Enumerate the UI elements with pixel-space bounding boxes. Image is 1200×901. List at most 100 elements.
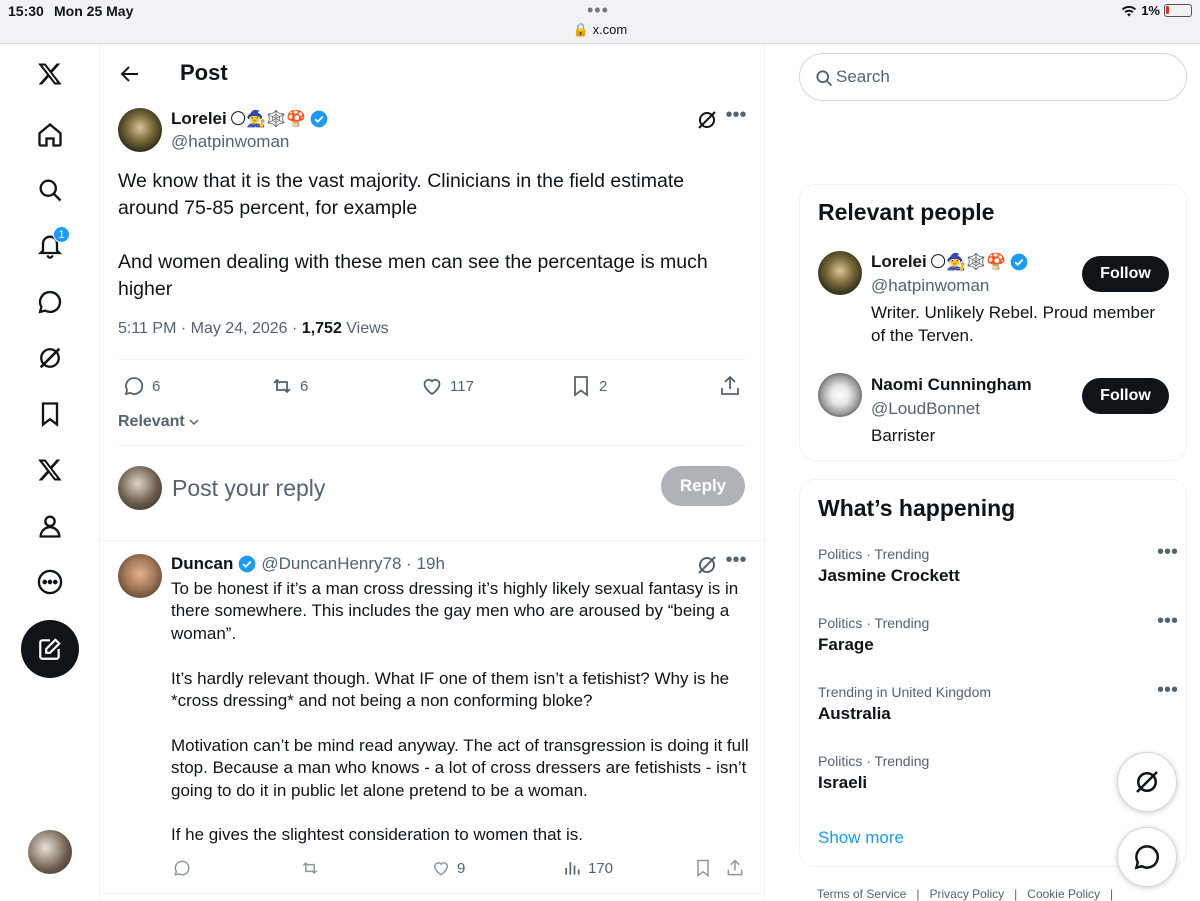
trend-more-icon[interactable]: ••• [1157, 542, 1178, 562]
bookmark-icon [697, 859, 709, 877]
reply-share-action[interactable] [725, 858, 745, 878]
verified-badge-icon [310, 110, 328, 128]
reply-input[interactable] [172, 470, 642, 506]
grok-explain-icon[interactable] [695, 108, 719, 132]
post-author-emojis: 🌕🧙‍♀️🕸️🍄 [229, 111, 307, 128]
follow-button[interactable]: Follow [1082, 256, 1169, 292]
footer-link-cookies[interactable]: Cookie Policy [1027, 887, 1100, 901]
reply-repost-action[interactable] [300, 858, 320, 878]
trend-item[interactable]: Politics · Trending Farage ••• [818, 611, 1178, 655]
notifications-bell-icon[interactable]: 1 [26, 222, 74, 270]
reply-author-handle: @DuncanHenry78 · 19h [261, 554, 445, 573]
reply-author-name: Duncan [171, 554, 234, 573]
footer-separator: | [1110, 887, 1114, 901]
reply-box-avatar [118, 466, 162, 510]
bookmarks-icon[interactable] [26, 390, 74, 438]
share-icon [721, 375, 739, 395]
person-name-text: Naomi Cunningham [871, 375, 1032, 394]
wifi-icon [1122, 5, 1137, 16]
person-name-text: Lorelei [871, 252, 927, 271]
person-bio: Barrister [871, 426, 936, 445]
verified-badge-icon [239, 555, 256, 573]
x-logo-icon[interactable] [26, 50, 74, 98]
search-box[interactable] [799, 53, 1187, 101]
footer-link-terms[interactable]: Terms of Service [817, 887, 906, 901]
reply-like-action[interactable]: 9 [431, 858, 465, 878]
bookmark-action[interactable]: 2 [569, 374, 607, 398]
grok-explain-icon[interactable] [695, 553, 719, 577]
divider [118, 359, 746, 360]
whats-happening-card: What’s happening Politics · Trending Jas… [799, 479, 1187, 867]
compose-post-button[interactable] [21, 620, 79, 678]
address-url: x.com [592, 22, 628, 37]
like-count: 117 [450, 377, 474, 395]
share-action[interactable] [718, 374, 742, 398]
browser-menu-dots-icon[interactable]: ••• [587, 0, 609, 21]
person-name[interactable]: Naomi Cunningham [871, 375, 1032, 395]
relevant-people-title: Relevant people [818, 199, 995, 225]
messages-floating-button[interactable] [1117, 827, 1177, 887]
like-heart-icon [433, 862, 449, 876]
home-icon[interactable] [26, 111, 74, 159]
trend-item[interactable]: Trending in United Kingdom Australia ••• [818, 680, 1178, 724]
divider [118, 445, 746, 446]
reply-action[interactable]: 6 [122, 374, 160, 398]
post-author[interactable]: Lorelei 🌕🧙‍♀️🕸️🍄 [171, 109, 329, 129]
messages-icon[interactable] [26, 278, 74, 326]
grok-floating-button[interactable] [1117, 752, 1177, 812]
trend-more-icon[interactable]: ••• [1157, 611, 1178, 631]
person-avatar[interactable] [818, 251, 862, 295]
post-timestamp[interactable]: 5:11 PM · May 24, 2026 · [118, 320, 302, 337]
back-arrow-icon[interactable] [118, 62, 142, 86]
trend-more-icon[interactable]: ••• [1157, 680, 1178, 700]
reply-button[interactable]: Reply [661, 466, 745, 506]
battery-icon [1164, 4, 1192, 17]
post-more-icon[interactable]: ••• [723, 105, 749, 132]
address-bar[interactable]: 🔒 x.com [0, 22, 1200, 38]
trend-meta: Politics · Trending [818, 615, 930, 631]
more-options-icon[interactable] [26, 558, 74, 606]
right-sidebar: Relevant people Lorelei 🌕🧙‍♀️🕸️🍄 @hatpin… [765, 44, 1200, 901]
reply-bookmark-action[interactable] [693, 858, 713, 878]
relevant-people-card: Relevant people Lorelei 🌕🧙‍♀️🕸️🍄 @hatpin… [799, 184, 1187, 461]
reply-author[interactable]: Duncan @DuncanHenry78 · 19h [171, 554, 445, 574]
post-author-avatar[interactable] [118, 108, 162, 152]
reply-more-icon[interactable]: ••• [723, 550, 749, 577]
sort-replies-dropdown[interactable]: Relevant [118, 413, 200, 431]
post-author-handle[interactable]: @hatpinwoman [171, 132, 289, 152]
reply-reply-action[interactable] [172, 858, 192, 878]
chevron-down-icon [189, 419, 199, 426]
person-name[interactable]: Lorelei 🌕🧙‍♀️🕸️🍄 [871, 252, 1029, 272]
post-body: We know that it is the vast majority. Cl… [118, 170, 708, 300]
reply-count: 6 [152, 377, 161, 395]
profile-icon[interactable] [26, 502, 74, 550]
person-handle[interactable]: @LoudBonnet [871, 399, 980, 419]
status-date: Mon 25 May [54, 3, 134, 19]
search-input[interactable] [836, 66, 1166, 88]
repost-action[interactable]: 6 [270, 374, 308, 398]
person-handle[interactable]: @hatpinwoman [871, 276, 989, 296]
person-avatar[interactable] [818, 373, 862, 417]
main-column: Post Lorelei 🌕🧙‍♀️🕸️🍄 @hatpinwoman ••• W… [100, 44, 765, 900]
like-heart-icon [423, 378, 441, 396]
trend-item[interactable]: Politics · Trending Jasmine Crockett ••• [818, 542, 1178, 586]
follow-button[interactable]: Follow [1082, 378, 1169, 414]
footer-link-privacy[interactable]: Privacy Policy [929, 887, 1004, 901]
trend-name: Farage [818, 635, 874, 654]
verified-badge-icon [1010, 253, 1028, 271]
show-more-link[interactable]: Show more [818, 828, 904, 848]
repost-icon [273, 378, 291, 394]
reply-author-avatar[interactable] [118, 554, 162, 598]
grok-icon [1136, 771, 1158, 793]
trend-meta: Politics · Trending [818, 546, 930, 562]
grok-icon[interactable] [26, 334, 74, 382]
premium-x-icon[interactable] [26, 446, 74, 494]
page-title: Post [180, 60, 228, 85]
person-bio: Writer. Unlikely Rebel. Proud member of … [871, 303, 1156, 345]
bookmark-count: 2 [599, 377, 608, 395]
like-action[interactable]: 117 [420, 374, 474, 398]
account-avatar[interactable] [28, 830, 72, 874]
search-icon[interactable] [26, 166, 74, 214]
reply-views-action[interactable]: 170 [562, 858, 613, 878]
left-navigation: 1 [0, 44, 100, 900]
